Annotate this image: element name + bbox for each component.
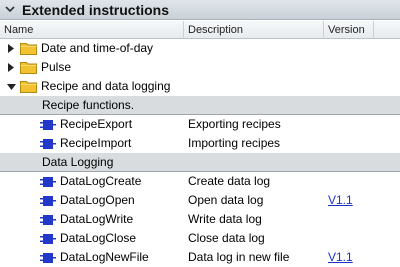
- version-link[interactable]: V1.1: [328, 248, 353, 267]
- instruction-description: Data log in new file: [188, 250, 290, 264]
- panel-header[interactable]: Extended instructions: [0, 0, 400, 20]
- section-label: Data Logging: [42, 155, 114, 169]
- chevron-down-icon[interactable]: [0, 0, 20, 20]
- column-header-description[interactable]: Description: [184, 21, 324, 39]
- instruction-name: DataLogClose: [60, 231, 137, 245]
- column-header-version[interactable]: Version: [324, 21, 374, 39]
- column-header-filler: [374, 21, 400, 39]
- instruction-row-datalogcreate[interactable]: DataLogCreate Create data log: [0, 172, 400, 191]
- instruction-row-datalogclose[interactable]: DataLogClose Close data log: [0, 229, 400, 248]
- column-header-row: Name Description Version: [0, 21, 400, 39]
- instruction-row-datalogwrite[interactable]: DataLogWrite Write data log: [0, 210, 400, 229]
- instruction-block-icon: [40, 195, 56, 206]
- instruction-block-icon: [40, 252, 56, 263]
- folder-icon: [20, 43, 37, 55]
- instruction-row-datalognewfile[interactable]: DataLogNewFile Data log in new file V1.1: [0, 248, 400, 267]
- folder-label: Date and time-of-day: [41, 41, 154, 55]
- section-header-data-logging: Data Logging: [0, 153, 400, 172]
- tree-folder-pulse[interactable]: Pulse: [0, 58, 400, 77]
- instruction-block-icon: [40, 119, 56, 130]
- instruction-description: Open data log: [188, 193, 264, 207]
- instruction-block-icon: [40, 176, 56, 187]
- folder-label: Recipe and data logging: [41, 79, 171, 93]
- instruction-row-recipeimport[interactable]: RecipeImport Importing recipes: [0, 134, 400, 153]
- instruction-name: DataLogWrite: [60, 212, 134, 226]
- instruction-row-datalogopen[interactable]: DataLogOpen Open data log V1.1: [0, 191, 400, 210]
- folder-icon: [20, 62, 37, 74]
- instruction-description: Exporting recipes: [188, 117, 281, 131]
- instruction-description: Create data log: [188, 174, 271, 188]
- tree-folder-date-time[interactable]: Date and time-of-day: [0, 39, 400, 58]
- instruction-row-recipeexport[interactable]: RecipeExport Exporting recipes: [0, 115, 400, 134]
- instruction-block-icon: [40, 138, 56, 149]
- instruction-description: Close data log: [188, 231, 265, 245]
- collapse-arrow-icon[interactable]: [6, 77, 16, 96]
- expand-arrow-icon[interactable]: [6, 58, 16, 77]
- folder-label: Pulse: [41, 60, 72, 74]
- instruction-name: DataLogOpen: [60, 193, 135, 207]
- instruction-block-icon: [40, 214, 56, 225]
- section-header-recipe-functions: Recipe functions.: [0, 96, 400, 115]
- column-header-name[interactable]: Name: [0, 21, 184, 39]
- instruction-name: DataLogCreate: [60, 174, 142, 188]
- section-label: Recipe functions.: [42, 98, 135, 112]
- folder-open-icon: [20, 81, 37, 93]
- instruction-description: Importing recipes: [188, 136, 281, 150]
- expand-arrow-icon[interactable]: [6, 39, 16, 58]
- instruction-name: RecipeImport: [60, 136, 132, 150]
- version-link[interactable]: V1.1: [328, 191, 353, 210]
- instruction-description: Write data log: [188, 212, 262, 226]
- panel-title: Extended instructions: [22, 1, 170, 18]
- instruction-block-icon: [40, 233, 56, 244]
- instruction-name: DataLogNewFile: [60, 250, 149, 264]
- instruction-tree: Date and time-of-day Pulse Recipe and da…: [0, 39, 400, 267]
- tree-folder-recipe-data-logging[interactable]: Recipe and data logging: [0, 77, 400, 96]
- instruction-name: RecipeExport: [60, 117, 133, 131]
